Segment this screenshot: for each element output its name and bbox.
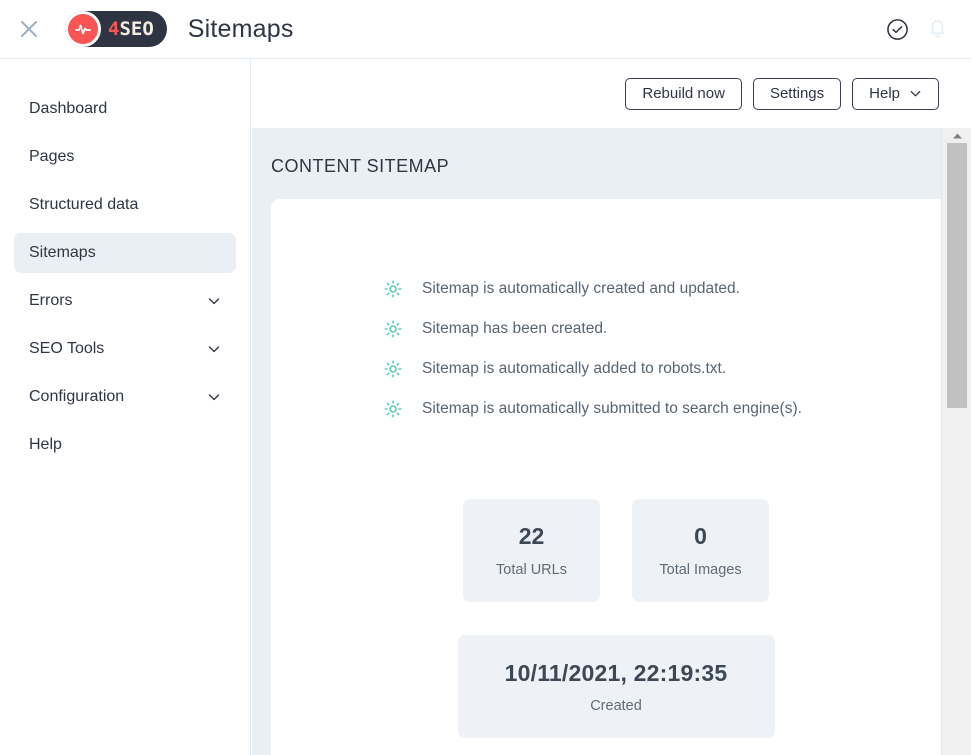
stat-card-total-images: 0 Total Images bbox=[632, 499, 769, 602]
status-item-text: Sitemap has been created. bbox=[422, 320, 608, 337]
status-item-text: Sitemap is automatically created and upd… bbox=[422, 280, 740, 297]
page-title: Sitemaps bbox=[187, 14, 294, 43]
check-circle-icon[interactable] bbox=[886, 18, 909, 41]
pulse-icon bbox=[65, 11, 101, 47]
sidebar-item-seo-tools[interactable]: SEO Tools bbox=[14, 329, 236, 369]
sidebar-item-label: Structured data bbox=[29, 196, 139, 213]
stat-label: Total Images bbox=[659, 562, 742, 578]
sidebar-item-label: Sitemaps bbox=[29, 244, 96, 261]
status-item-text: Sitemap is automatically submitted to se… bbox=[422, 400, 802, 417]
help-dropdown-button[interactable]: Help bbox=[852, 77, 939, 110]
header-actions bbox=[886, 18, 949, 41]
status-list: Sitemap is automatically created and upd… bbox=[271, 269, 961, 429]
content-scrollbar[interactable] bbox=[941, 128, 971, 755]
sun-icon bbox=[384, 400, 402, 418]
sun-icon bbox=[384, 280, 402, 298]
status-item: Sitemap is automatically submitted to se… bbox=[384, 389, 961, 429]
sun-icon bbox=[384, 320, 402, 338]
status-item: Sitemap is automatically created and upd… bbox=[384, 269, 961, 309]
sidebar: Dashboard Pages Structured data Sitemaps… bbox=[0, 59, 251, 755]
sidebar-item-label: Errors bbox=[29, 292, 73, 309]
stat-card-total-urls: 22 Total URLs bbox=[463, 499, 600, 602]
main-content: CONTENT SITEMAP Sitemap is automatically… bbox=[252, 128, 971, 755]
created-row: 10/11/2021, 22:19:35 Created bbox=[271, 635, 961, 738]
app-header: 4 SEO Sitemaps bbox=[0, 0, 971, 59]
stat-label: Total URLs bbox=[496, 562, 567, 578]
chevron-down-icon bbox=[909, 87, 922, 100]
sun-icon bbox=[384, 360, 402, 378]
created-label: Created bbox=[590, 697, 642, 714]
stat-value: 22 bbox=[518, 523, 545, 549]
scrollbar-track[interactable] bbox=[942, 408, 971, 755]
chevron-down-icon bbox=[207, 342, 221, 356]
sidebar-item-sitemaps[interactable]: Sitemaps bbox=[14, 233, 236, 273]
content-sitemap-panel: Sitemap is automatically created and upd… bbox=[271, 199, 961, 755]
bell-icon[interactable] bbox=[926, 18, 949, 41]
status-item-text: Sitemap is automatically added to robots… bbox=[422, 360, 727, 377]
logo-text-4: 4 bbox=[108, 17, 120, 40]
sidebar-item-pages[interactable]: Pages bbox=[14, 137, 236, 177]
stat-value: 0 bbox=[694, 523, 707, 549]
section-title: CONTENT SITEMAP bbox=[271, 156, 450, 176]
logo-text-seo: SEO bbox=[119, 17, 154, 40]
help-label: Help bbox=[869, 85, 900, 102]
chevron-down-icon bbox=[207, 294, 221, 308]
rebuild-now-button[interactable]: Rebuild now bbox=[625, 77, 742, 110]
sidebar-item-label: SEO Tools bbox=[29, 340, 105, 357]
sidebar-item-configuration[interactable]: Configuration bbox=[14, 377, 236, 417]
sidebar-item-help[interactable]: Help bbox=[14, 425, 236, 465]
sidebar-item-label: Help bbox=[29, 436, 62, 453]
sidebar-item-label: Dashboard bbox=[29, 100, 108, 117]
sidebar-item-structured-data[interactable]: Structured data bbox=[14, 185, 236, 225]
sidebar-item-errors[interactable]: Errors bbox=[14, 281, 236, 321]
content-toolbar: Rebuild now Settings Help bbox=[252, 59, 971, 128]
settings-button[interactable]: Settings bbox=[752, 77, 842, 110]
stat-card-created: 10/11/2021, 22:19:35 Created bbox=[457, 635, 775, 738]
sidebar-item-dashboard[interactable]: Dashboard bbox=[14, 89, 236, 129]
status-item: Sitemap is automatically added to robots… bbox=[384, 349, 961, 389]
chevron-down-icon bbox=[207, 390, 221, 404]
app-logo[interactable]: 4 SEO bbox=[65, 11, 167, 47]
scrollbar-thumb[interactable] bbox=[947, 143, 967, 408]
close-icon[interactable] bbox=[16, 16, 42, 42]
sidebar-item-label: Configuration bbox=[29, 388, 125, 405]
scroll-up-arrow-icon[interactable] bbox=[942, 128, 971, 143]
created-timestamp: 10/11/2021, 22:19:35 bbox=[504, 659, 728, 686]
stats-row: 22 Total URLs 0 Total Images bbox=[271, 499, 961, 602]
settings-label: Settings bbox=[769, 85, 825, 102]
status-item: Sitemap has been created. bbox=[384, 309, 961, 349]
sidebar-item-label: Pages bbox=[29, 148, 75, 165]
rebuild-now-label: Rebuild now bbox=[642, 85, 725, 102]
